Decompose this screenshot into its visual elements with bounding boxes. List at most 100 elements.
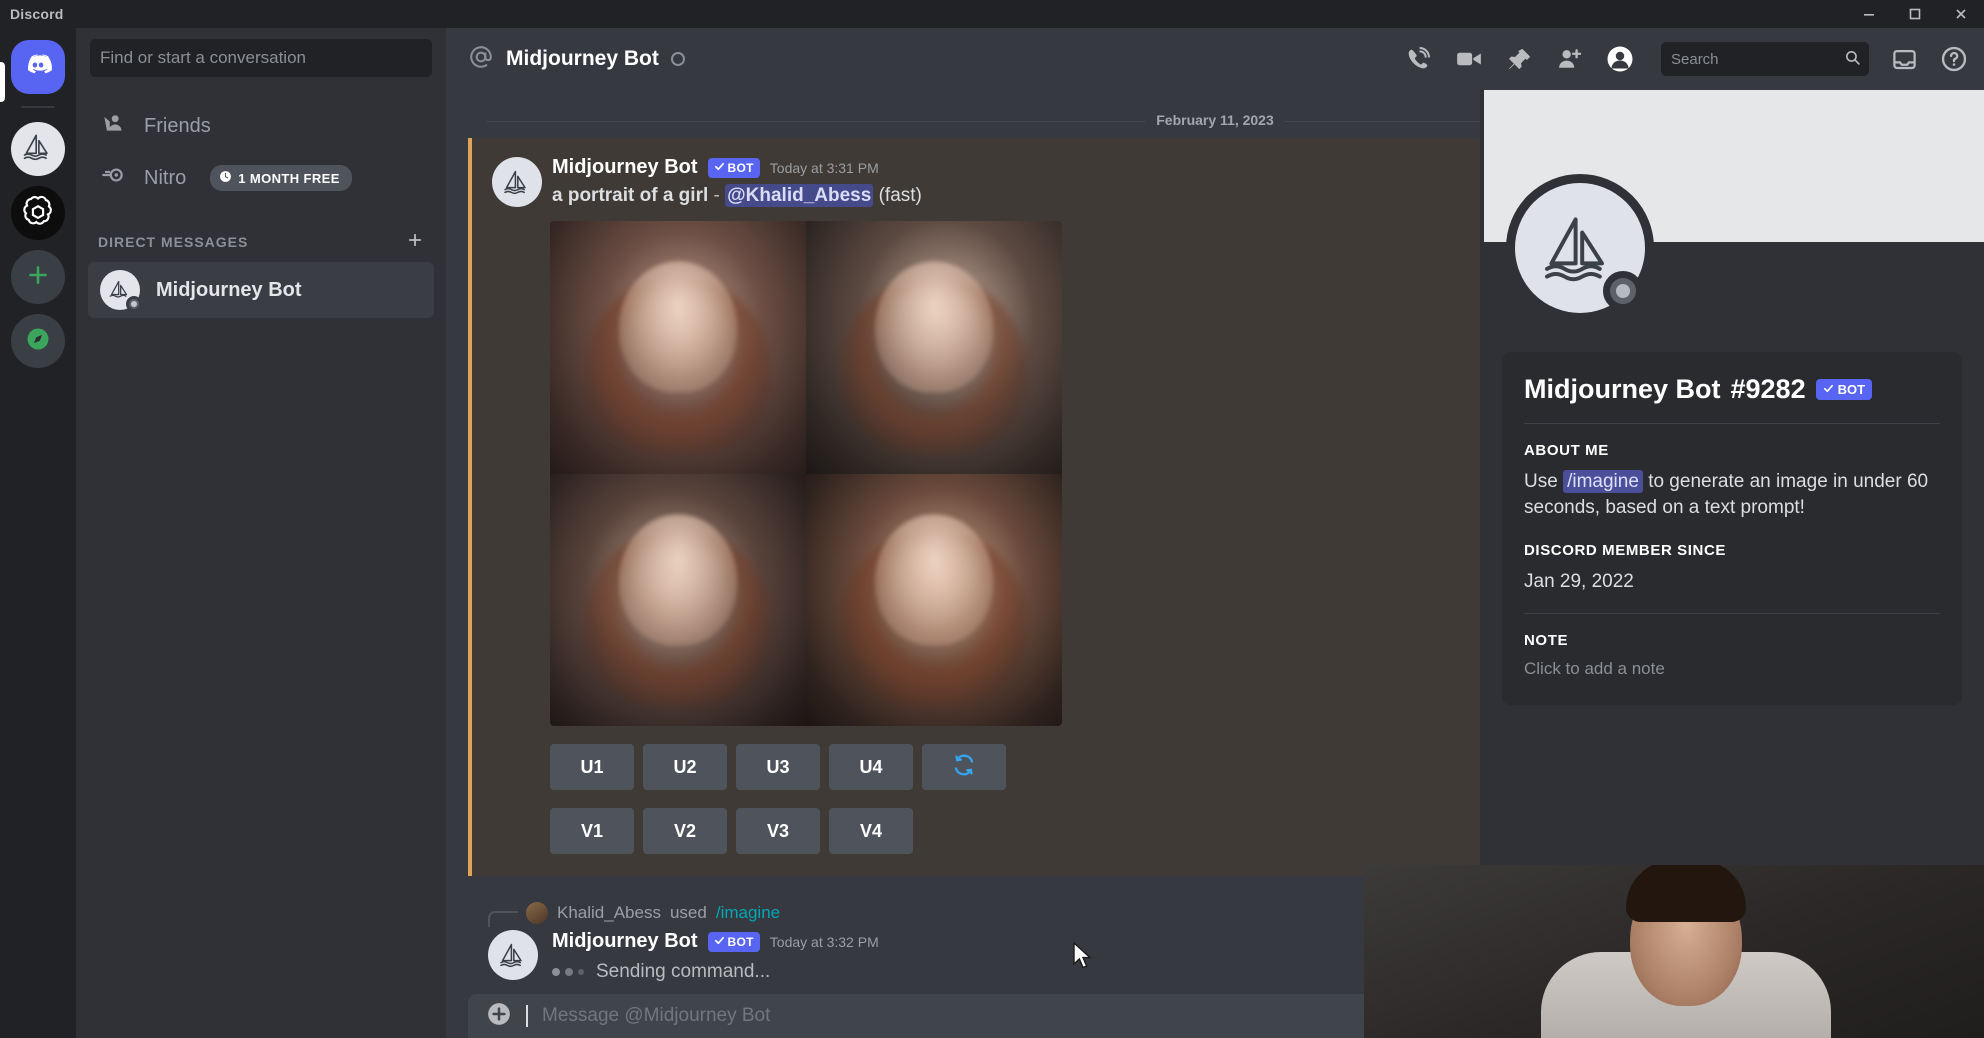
bot-badge: BOT [1815,379,1873,400]
server-rail-item-explore[interactable] [11,314,65,368]
header-actions: Search [1404,42,1968,76]
mouse-cursor [1072,941,1094,977]
sidebar-item-label-friends: Friends [144,114,211,137]
compass-icon [24,325,52,358]
nitro-promo-badge[interactable]: 1 MONTH FREE [210,165,352,191]
find-conversation-input[interactable]: Find or start a conversation [90,39,432,77]
generated-image-2[interactable] [806,221,1062,474]
message-author[interactable]: Midjourney Bot [552,930,698,953]
text-caret [526,1005,528,1027]
profile-username: Midjourney Bot [1524,374,1721,404]
about-me-text: Use /imagine to generate an image in und… [1524,469,1940,520]
help-icon[interactable] [1940,45,1968,73]
command-name[interactable]: /imagine [716,903,780,923]
message-author-row: Midjourney Bot BOT Today at 3:32 PM [552,930,879,953]
user-mention[interactable]: @Khalid_Abess [725,184,874,207]
message-timestamp: Today at 3:32 PM [769,933,879,950]
person-circle-icon[interactable] [1605,44,1635,74]
prompt-dash: - [713,185,720,206]
command-user[interactable]: Khalid_Abess [557,903,661,923]
dm-list-item-midjourney-bot[interactable]: Midjourney Bot [88,262,434,318]
variation-button-v2[interactable]: V2 [643,808,727,854]
user-profile-panel: Midjourney Bot #9282 BOT ABOUT ME Use /im… [1364,90,1984,1038]
server-rail-item-midjourney[interactable] [11,122,65,176]
avatar[interactable] [488,930,538,980]
avatar[interactable] [492,156,542,207]
message-author-row: Midjourney Bot BOT Today at 3:31 PM [552,156,922,179]
video-camera-icon[interactable] [1454,44,1484,74]
upscale-button-u3[interactable]: U3 [736,744,820,790]
sidebar-item-friends[interactable]: Friends [88,100,434,152]
server-rail-item-home[interactable] [11,40,65,94]
bot-badge-label: BOT [727,934,754,949]
check-icon [714,935,725,949]
note-input[interactable]: Click to add a note [1524,659,1940,679]
reply-connector [488,911,518,927]
webcam-overlay [1364,865,1984,1038]
add-person-icon[interactable] [1555,45,1583,73]
profile-card: Midjourney Bot #9282 BOT ABOUT ME Use /im… [1502,352,1962,705]
note-heading: NOTE [1524,631,1569,649]
generated-image-3[interactable] [550,473,806,726]
phone-call-icon[interactable] [1404,45,1432,73]
clock-icon [219,170,232,186]
member-since-section: DISCORD MEMBER SINCE Jan 29, 2022 [1524,542,1940,595]
close-button[interactable] [1938,0,1984,28]
check-icon [1823,382,1834,397]
variation-button-v4[interactable]: V4 [829,808,913,854]
nitro-badge-label: 1 MONTH FREE [238,170,340,186]
active-server-pill [0,62,5,102]
pin-icon[interactable] [1506,46,1533,73]
imagine-command-chip[interactable]: /imagine [1563,470,1643,493]
webcam-person [1536,865,1836,1038]
upscale-button-u1[interactable]: U1 [550,744,634,790]
message-author[interactable]: Midjourney Bot [552,156,698,179]
server-rail-item-openai[interactable] [11,186,65,240]
avatar [526,902,548,924]
status-badge-header [670,52,685,66]
search-icon [1844,49,1861,70]
refresh-icon [952,753,976,782]
sidebar-item-nitro[interactable]: Nitro 1 MONTH FREE [88,152,434,204]
about-me-prefix: Use [1524,471,1558,492]
maximize-button[interactable] [1892,0,1938,28]
generated-image-4[interactable] [806,473,1062,726]
message-input-placeholder[interactable]: Message @Midjourney Bot [542,1005,770,1027]
discord-window: Discord Find or start a conversation Fri… [0,0,1984,1038]
about-me-heading: ABOUT ME [1524,442,1609,459]
server-rail [0,28,76,1038]
create-dm-button[interactable] [406,230,424,254]
variation-button-v3[interactable]: V3 [736,808,820,854]
profile-avatar[interactable] [1506,174,1654,322]
bot-badge: BOT [707,157,760,178]
generated-image-grid[interactable] [550,221,1062,726]
direct-messages-header: DIRECT MESSAGES [76,204,446,262]
dm-search-wrapper: Find or start a conversation [76,28,446,88]
discord-logo-icon [22,49,54,86]
profile-name-row: Midjourney Bot #9282 BOT [1524,374,1940,405]
bot-badge: BOT [707,931,760,952]
note-section: NOTE Click to add a note [1524,632,1940,679]
reroll-button[interactable] [922,744,1006,790]
chat-header: Midjourney Bot Search [446,28,1984,90]
bot-badge-label: BOT [1837,382,1866,397]
member-since-heading: DISCORD MEMBER SINCE [1524,542,1727,560]
variation-button-v1[interactable]: V1 [550,808,634,854]
command-used-label: used [669,903,707,922]
plus-circle-icon[interactable] [486,1001,512,1032]
generated-image-1[interactable] [550,221,806,474]
profile-discriminator: #9282 [1730,374,1806,404]
upscale-button-u2[interactable]: U2 [643,744,727,790]
minimize-button[interactable] [1846,0,1892,28]
inbox-icon[interactable] [1891,46,1918,73]
server-rail-item-add-server[interactable] [11,250,65,304]
search-input[interactable]: Search [1661,42,1869,76]
plus-icon [25,262,51,293]
check-icon [714,161,725,175]
page-title: Midjourney Bot [506,47,659,70]
upscale-button-u4[interactable]: U4 [829,744,913,790]
message-timestamp: Today at 3:31 PM [769,159,879,176]
nitro-icon [100,162,126,194]
divider [1524,612,1940,614]
date-divider-label: February 11, 2023 [1146,112,1284,128]
